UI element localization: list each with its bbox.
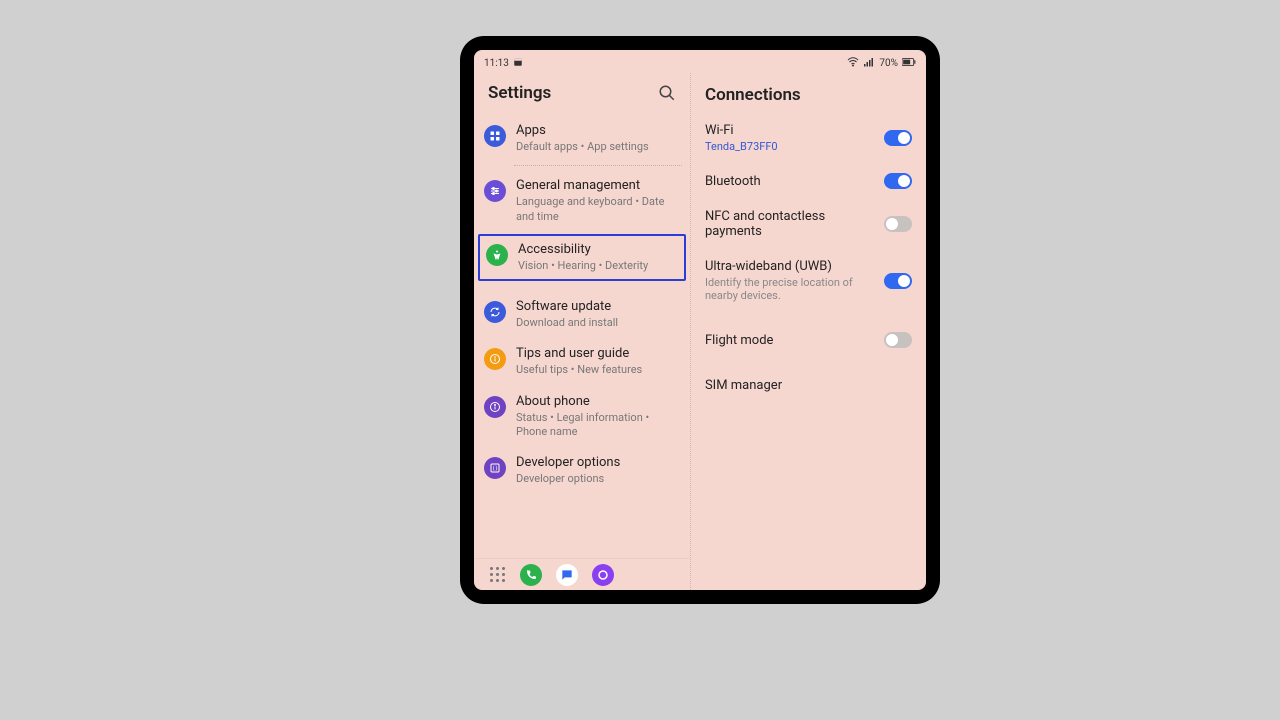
svg-text:{ }: { } xyxy=(493,465,498,472)
nfc-toggle[interactable] xyxy=(884,216,912,232)
conn-title: Flight mode xyxy=(705,333,876,348)
item-title: Apps xyxy=(516,123,678,138)
conn-title: Ultra-wideband (UWB) xyxy=(705,259,876,274)
conn-sub: Tenda_B73FF0 xyxy=(705,140,876,153)
conn-title: NFC and contactless payments xyxy=(705,209,876,239)
about-phone-icon xyxy=(484,396,506,418)
connection-bluetooth[interactable]: Bluetooth xyxy=(691,163,926,199)
nav-bar xyxy=(474,558,690,590)
phone-app-icon[interactable] xyxy=(520,564,542,586)
content-split: Settings Apps Default apps • App setting… xyxy=(474,73,926,590)
item-sub: Language and keyboard • Date and time xyxy=(516,195,678,224)
connection-flight-mode[interactable]: Flight mode xyxy=(691,322,926,358)
item-title: Software update xyxy=(516,299,678,314)
wifi-icon xyxy=(847,56,859,71)
settings-title: Settings xyxy=(488,83,551,103)
item-sub: Developer options xyxy=(516,472,678,486)
connections-pane: Connections Wi-Fi Tenda_B73FF0 Bluetooth xyxy=(691,73,926,590)
battery-icon xyxy=(902,58,916,69)
item-title: Tips and user guide xyxy=(516,346,678,361)
browser-app-icon[interactable] xyxy=(592,564,614,586)
status-time: 11:13 xyxy=(484,58,509,69)
bluetooth-toggle[interactable] xyxy=(884,173,912,189)
conn-sub: Identify the precise location of nearby … xyxy=(705,276,876,302)
connection-sim-manager[interactable]: SIM manager xyxy=(691,368,926,403)
connections-title: Connections xyxy=(705,85,801,105)
settings-list: Apps Default apps • App settings General… xyxy=(474,115,690,558)
item-sub: Download and install xyxy=(516,316,678,330)
settings-item-software-update[interactable]: Software update Download and install xyxy=(474,291,690,338)
calendar-icon xyxy=(513,57,523,70)
item-sub: Useful tips • New features xyxy=(516,363,678,377)
flight-mode-toggle[interactable] xyxy=(884,332,912,348)
settings-item-tips[interactable]: Tips and user guide Useful tips • New fe… xyxy=(474,338,690,385)
screen: 11:13 70% Settings xyxy=(474,50,926,590)
item-title: Developer options xyxy=(516,455,678,470)
item-sub: Status • Legal information • Phone name xyxy=(516,411,678,440)
apps-icon xyxy=(484,125,506,147)
item-sub: Vision • Hearing • Dexterity xyxy=(518,259,676,273)
conn-title: Wi-Fi xyxy=(705,123,876,138)
signal-icon xyxy=(863,56,875,71)
connection-uwb[interactable]: Ultra-wideband (UWB) Identify the precis… xyxy=(691,249,926,312)
settings-item-general-management[interactable]: General management Language and keyboard… xyxy=(474,170,690,232)
general-management-icon xyxy=(484,180,506,202)
accessibility-icon xyxy=(486,244,508,266)
connection-wifi[interactable]: Wi-Fi Tenda_B73FF0 xyxy=(691,113,926,163)
settings-item-apps[interactable]: Apps Default apps • App settings xyxy=(474,115,690,162)
messages-app-icon[interactable] xyxy=(556,564,578,586)
settings-item-about-phone[interactable]: About phone Status • Legal information •… xyxy=(474,386,690,448)
search-icon[interactable] xyxy=(658,84,676,102)
conn-title: Bluetooth xyxy=(705,174,876,189)
status-bar: 11:13 70% xyxy=(474,50,926,73)
software-update-icon xyxy=(484,301,506,323)
settings-item-accessibility[interactable]: Accessibility Vision • Hearing • Dexteri… xyxy=(478,234,686,281)
uwb-toggle[interactable] xyxy=(884,273,912,289)
settings-item-developer-options[interactable]: { } Developer options Developer options xyxy=(474,447,690,494)
item-sub: Default apps • App settings xyxy=(516,140,678,154)
item-title: About phone xyxy=(516,394,678,409)
developer-icon: { } xyxy=(484,457,506,479)
item-title: General management xyxy=(516,178,678,193)
item-title: Accessibility xyxy=(518,242,676,257)
app-drawer-icon[interactable] xyxy=(488,566,506,584)
wifi-toggle[interactable] xyxy=(884,130,912,146)
battery-text: 70% xyxy=(879,58,898,69)
tips-icon xyxy=(484,348,506,370)
settings-list-pane: Settings Apps Default apps • App setting… xyxy=(474,73,691,590)
connection-nfc[interactable]: NFC and contactless payments xyxy=(691,199,926,249)
tablet-frame: 11:13 70% Settings xyxy=(460,36,940,604)
conn-title: SIM manager xyxy=(705,378,912,393)
